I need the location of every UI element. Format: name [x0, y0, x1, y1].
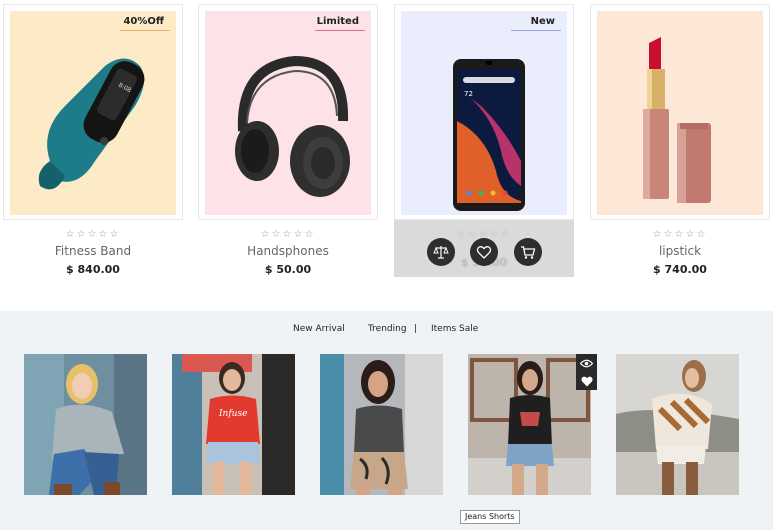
product-image-panel[interactable]: 72: [401, 11, 567, 215]
rating-stars: ☆☆☆☆☆: [652, 229, 708, 240]
product-name[interactable]: Handsphones: [198, 244, 378, 258]
fitness-band-image: 8:08: [38, 58, 145, 190]
eye-icon: [580, 359, 593, 367]
quick-view-button[interactable]: [576, 354, 597, 372]
cart-icon: [521, 246, 536, 259]
smartphone-image: 72: [453, 59, 525, 211]
headphones-image: [235, 55, 350, 197]
product-card-smartphone[interactable]: 72 New ☆☆☆☆☆ $ 50.00: [394, 4, 574, 277]
product-tooltip: Jeans Shorts: [460, 510, 520, 524]
arrival-tile[interactable]: [468, 354, 591, 495]
arrival-tile[interactable]: Infuse: [172, 354, 295, 495]
arrival-tile[interactable]: [24, 354, 147, 495]
product-price: $ 740.00: [653, 263, 707, 276]
wishlist-button[interactable]: [470, 238, 498, 266]
product-image-frame: [590, 4, 770, 220]
product-image-frame: 72 New: [394, 4, 574, 220]
product-image-panel[interactable]: 8:08: [10, 11, 176, 215]
product-image-panel[interactable]: [597, 11, 763, 215]
compare-icon: [433, 246, 449, 259]
compare-button[interactable]: [427, 238, 455, 266]
heart-icon: [580, 376, 593, 386]
wishlist-heart-icon: [476, 246, 492, 259]
woman-striped-sweater-photo: [616, 354, 739, 495]
tab-separator: |: [414, 324, 418, 334]
product-badge: Limited: [314, 16, 366, 31]
woman-jeans-shorts-photo: [468, 354, 591, 495]
tile-wishlist-button[interactable]: [576, 372, 597, 390]
woman-red-shirt-photo: Infuse: [172, 354, 295, 495]
product-badge: New: [510, 16, 562, 31]
tab-new-arrival[interactable]: New Arrival: [293, 324, 345, 334]
tab-items-sale[interactable]: Items Sale: [431, 324, 478, 334]
product-image-frame: 8:08 40%Off: [3, 4, 183, 220]
product-badge: 40%Off: [120, 16, 170, 31]
svg-text:Infuse: Infuse: [218, 409, 247, 419]
product-price: $ 840.00: [66, 263, 120, 276]
tile-quick-actions: [576, 354, 597, 390]
product-name[interactable]: lipstick: [590, 244, 770, 258]
woman-grey-tank-photo: [320, 354, 443, 495]
lipstick-image: [643, 37, 711, 203]
rating-stars: ☆☆☆☆☆: [260, 229, 316, 240]
woman-grey-sweater-photo: [24, 354, 147, 495]
product-action-bar: ☆☆☆☆☆ $ 50.00: [394, 220, 574, 277]
product-card-lipstick[interactable]: ☆☆☆☆☆ lipstick $ 740.00: [590, 4, 770, 276]
product-image-panel[interactable]: [205, 11, 371, 215]
arrival-tile[interactable]: [616, 354, 739, 495]
arrival-tile[interactable]: [320, 354, 443, 495]
product-image-frame: Limited: [198, 4, 378, 220]
product-card-fitness-band[interactable]: 8:08 40%Off ☆☆☆☆☆ Fitness Band $ 840.00: [3, 4, 183, 276]
product-card-headphones[interactable]: Limited ☆☆☆☆☆ Handsphones $ 50.00: [198, 4, 378, 276]
tab-trending[interactable]: Trending: [368, 324, 407, 334]
svg-text:72: 72: [464, 90, 473, 98]
rating-stars: ☆☆☆☆☆: [65, 229, 121, 240]
arrivals-section: New Arrival Trending | Items Sale Infuse: [0, 311, 773, 530]
add-to-cart-button[interactable]: [514, 238, 542, 266]
product-name[interactable]: Fitness Band: [3, 244, 183, 258]
product-price: $ 50.00: [264, 263, 312, 276]
